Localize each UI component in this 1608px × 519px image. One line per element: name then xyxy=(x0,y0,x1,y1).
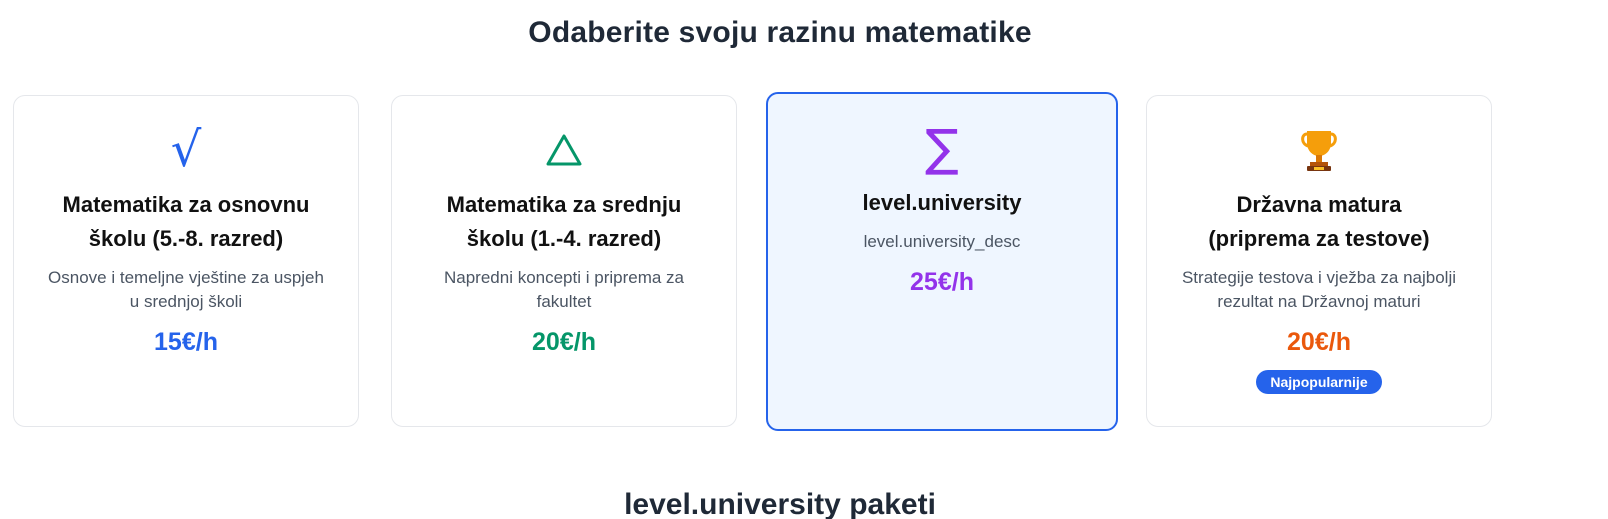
level-card-elementary[interactable]: √ Matematika za osnovnu školu (5.-8. raz… xyxy=(13,95,359,427)
level-card-title: Matematika za srednju školu (1.-4. razre… xyxy=(446,192,682,251)
level-card-high-school[interactable]: Matematika za srednju školu (1.-4. razre… xyxy=(391,95,737,427)
level-cards: √ Matematika za osnovnu školu (5.-8. raz… xyxy=(13,92,1553,431)
square-root-icon: √ xyxy=(170,122,202,178)
level-card-description: Napredni koncepti i priprema za fakultet xyxy=(443,268,684,311)
level-card-price: 25€/h xyxy=(910,268,974,296)
triangle-icon xyxy=(392,122,736,178)
packages-title: level.university paketi xyxy=(624,488,936,519)
level-card-description: Osnove i temeljne vještine za uspjeh u s… xyxy=(48,268,324,311)
level-card-title: Državna matura (priprema za testove) xyxy=(1208,192,1430,251)
trophy-icon xyxy=(1147,122,1491,178)
math-level-page: Odaberite svoju razinu matematike √ Mate… xyxy=(0,0,1608,519)
level-card-price: 20€/h xyxy=(532,328,596,356)
level-card-description: Strategije testova i vježba za najbolji … xyxy=(1181,268,1457,311)
level-card-title: Matematika za osnovnu školu (5.-8. razre… xyxy=(62,192,310,251)
level-card-price: 15€/h xyxy=(154,328,218,356)
section-title: Odaberite svoju razinu matematike xyxy=(528,16,1032,49)
level-card-state-exam[interactable]: Državna matura (priprema za testove) Str… xyxy=(1146,95,1492,427)
popular-badge: Najpopularnije xyxy=(1256,370,1382,394)
level-card-price: 20€/h xyxy=(1287,328,1351,356)
level-card-description: level.university_desc xyxy=(863,232,1021,251)
sigma-icon: ∑ xyxy=(925,119,959,177)
level-card-university[interactable]: ∑ level.university level.university_desc… xyxy=(766,92,1118,431)
level-card-title: level.university xyxy=(862,190,1022,215)
